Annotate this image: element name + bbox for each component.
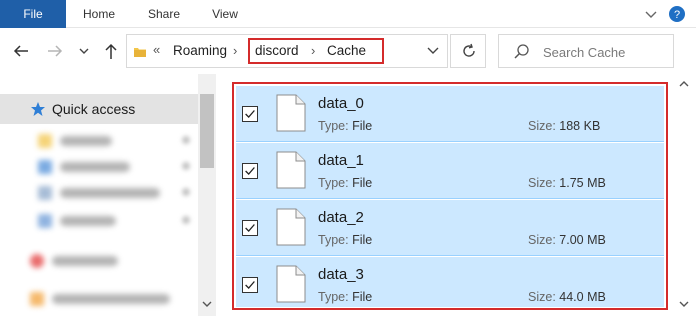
pin-icon	[182, 162, 190, 170]
refresh-icon	[463, 43, 475, 57]
navigation-bar: « Roaming › discord › Cache	[0, 28, 696, 74]
search-box[interactable]	[498, 34, 674, 68]
blurred-nav-item[interactable]	[38, 134, 148, 148]
refresh-button[interactable]	[450, 34, 486, 68]
scroll-up-arrow-icon[interactable]	[677, 78, 691, 90]
tab-home[interactable]: Home	[70, 0, 128, 28]
search-input[interactable]	[543, 42, 667, 62]
breadcrumb-highlight-annotation	[248, 38, 384, 64]
forward-arrow-icon[interactable]	[44, 40, 66, 62]
quick-access-label: Quick access	[52, 101, 136, 117]
pin-icon	[182, 136, 190, 144]
address-dropdown-chevron-icon[interactable]	[424, 38, 442, 62]
selection-highlight-annotation	[232, 82, 668, 310]
blurred-nav-item[interactable]	[30, 292, 190, 306]
blurred-nav-item[interactable]	[38, 214, 148, 228]
blurred-nav-item[interactable]	[38, 160, 148, 174]
nav-pane-scrollbar[interactable]	[198, 74, 216, 316]
tab-share[interactable]: Share	[136, 0, 192, 28]
blurred-nav-item[interactable]	[30, 254, 140, 268]
up-arrow-icon[interactable]	[100, 40, 122, 62]
scroll-down-arrow-icon[interactable]	[677, 298, 691, 310]
back-arrow-icon[interactable]	[10, 40, 32, 62]
breadcrumb-separator-icon[interactable]: ›	[233, 43, 237, 58]
breadcrumb-roaming[interactable]: Roaming	[173, 43, 227, 58]
help-icon[interactable]: ?	[668, 5, 686, 23]
pin-icon	[182, 216, 190, 224]
quick-access-item[interactable]: Quick access	[0, 94, 198, 124]
search-icon	[514, 44, 529, 59]
overflow-chevron[interactable]: «	[153, 42, 160, 57]
scroll-down-arrow-icon[interactable]	[200, 298, 214, 310]
expand-ribbon-chevron-icon[interactable]	[642, 5, 660, 23]
blurred-nav-item[interactable]	[38, 186, 178, 200]
navigation-pane: Quick access	[0, 74, 216, 316]
tab-view[interactable]: View	[200, 0, 250, 28]
ribbon: File Home Share View ?	[0, 0, 696, 28]
file-list-scrollbar[interactable]	[672, 74, 696, 316]
pin-icon	[182, 188, 190, 196]
tab-file[interactable]: File	[0, 0, 66, 28]
nav-pane-scrollbar-thumb[interactable]	[200, 94, 214, 168]
star-icon	[31, 102, 45, 116]
svg-text:?: ?	[674, 9, 680, 21]
folder-icon	[134, 48, 146, 57]
recent-locations-chevron-icon[interactable]	[76, 40, 92, 62]
